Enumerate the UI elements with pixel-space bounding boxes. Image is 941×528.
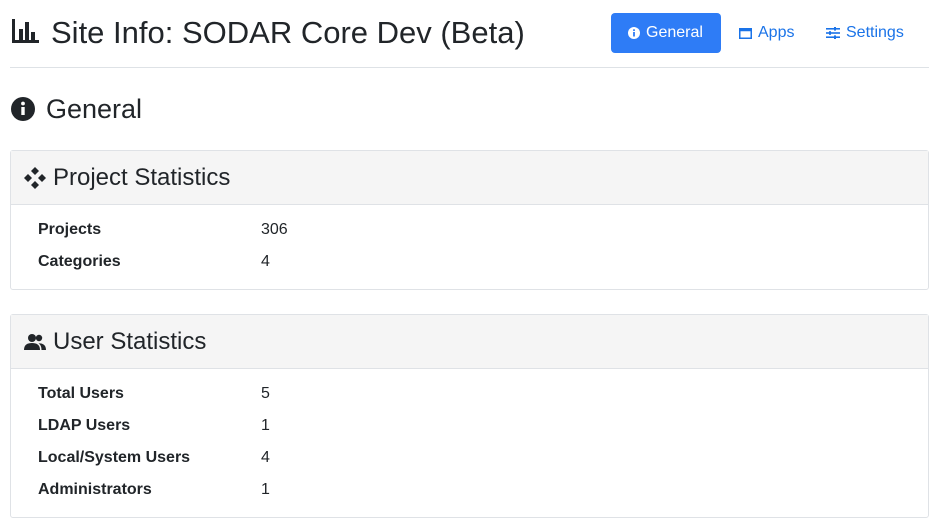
card-body: Projects 306 Categories 4 (11, 205, 928, 281)
info-circle-icon (628, 27, 640, 39)
window-icon (739, 27, 752, 39)
card-title: Project Statistics (53, 163, 231, 191)
info-circle-icon (11, 97, 35, 121)
tab-apps-label: Apps (758, 24, 795, 41)
stat-value: 4 (261, 253, 270, 270)
card-header: Project Statistics (11, 151, 928, 205)
users-icon (24, 333, 46, 350)
tab-apps[interactable]: Apps (735, 13, 815, 53)
stat-label: Administrators (38, 481, 152, 498)
stat-value: 306 (261, 221, 288, 238)
stat-row-local-users: Local/System Users 4 (11, 445, 928, 477)
stat-value: 1 (261, 417, 270, 434)
card-title: User Statistics (53, 327, 207, 355)
section-heading: General (11, 92, 142, 126)
tab-settings[interactable]: Settings (823, 13, 919, 53)
stat-label: Local/System Users (38, 449, 191, 466)
section-title: General (46, 94, 143, 124)
tab-general-label: General (646, 24, 703, 41)
card-header: User Statistics (11, 315, 928, 369)
stat-value: 1 (261, 481, 270, 498)
stat-label: Projects (38, 221, 102, 238)
stat-row-administrators: Administrators 1 (11, 477, 928, 509)
card-body: Total Users 5 LDAP Users 1 Local/System … (11, 369, 928, 509)
stat-label: Total Users (38, 385, 124, 402)
stat-row-projects: Projects 306 (11, 217, 928, 249)
diamonds-icon (24, 166, 46, 189)
user-statistics-card: User Statistics Total Users 5 LDAP Users… (10, 314, 929, 518)
stat-value: 5 (261, 385, 270, 402)
stat-row-total-users: Total Users 5 (11, 381, 928, 413)
sliders-icon (826, 27, 840, 39)
bar-chart-icon (12, 19, 39, 43)
stat-label: Categories (38, 253, 121, 270)
tab-settings-label: Settings (846, 24, 904, 41)
page-title: Site Info: SODAR Core Dev (Beta) (51, 15, 525, 50)
stat-label: LDAP Users (38, 417, 131, 434)
stat-row-categories: Categories 4 (11, 249, 928, 281)
project-statistics-card: Project Statistics Projects 306 Categori… (10, 150, 929, 290)
tab-general[interactable]: General (611, 13, 721, 53)
stat-row-ldap-users: LDAP Users 1 (11, 413, 928, 445)
stat-value: 4 (261, 449, 270, 466)
